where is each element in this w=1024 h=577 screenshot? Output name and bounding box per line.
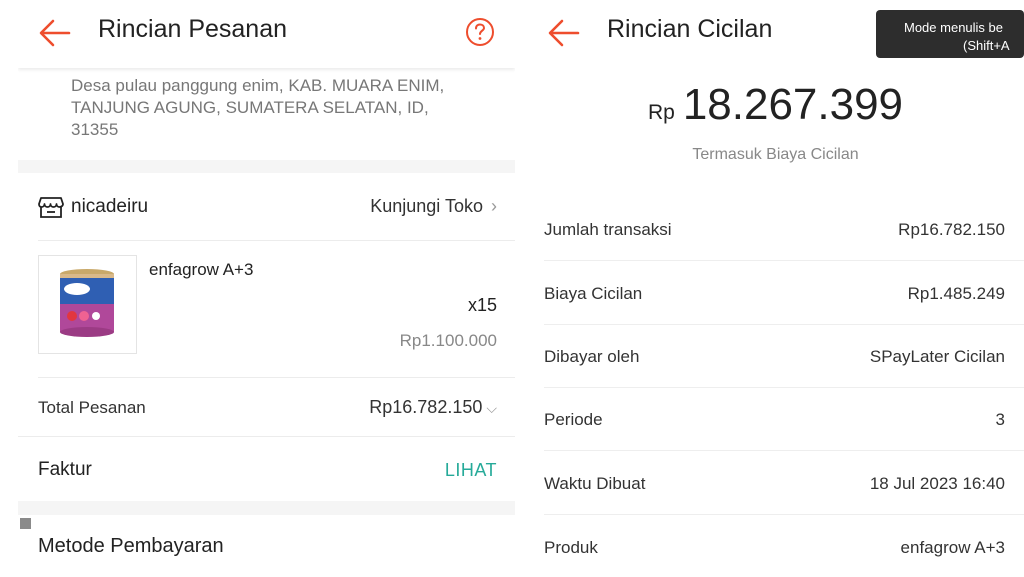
shop-name: nicadeiru	[71, 196, 149, 217]
detail-label: Biaya Cicilan	[544, 284, 643, 303]
shop-section: nicadeiru Kunjungi Toko › enfagrow A+3 x1…	[18, 173, 515, 501]
detail-label: Produk	[544, 538, 598, 557]
writing-mode-tooltip: Mode menulis be (Shift+A	[876, 10, 1024, 58]
installment-amount: Rp 18.267.399	[527, 80, 1024, 130]
payment-method-section[interactable]: Metode Pembayaran	[18, 515, 515, 577]
detail-row: Biaya Cicilan Rp1.485.249	[544, 262, 1024, 325]
view-invoice-button[interactable]: LIHAT	[445, 460, 497, 481]
page-title: Rincian Pesanan	[98, 15, 288, 43]
help-icon[interactable]	[465, 17, 495, 47]
detail-value: 3	[995, 410, 1005, 429]
tooltip-line: (Shift+A	[963, 38, 1010, 53]
detail-value: enfagrow A+3	[900, 538, 1005, 557]
divider	[18, 436, 515, 437]
address-line: Desa pulau panggung enim, KAB. MUARA ENI…	[71, 76, 445, 95]
address-line: 31355	[71, 120, 119, 139]
detail-row: Periode 3	[544, 388, 1024, 451]
product-image	[60, 269, 114, 337]
order-details-panel: Rincian Pesanan Desa pulau panggung enim…	[18, 0, 515, 577]
order-total-amount: Rp16.782.150	[369, 397, 483, 417]
order-total-label: Total Pesanan	[38, 398, 146, 417]
payment-method-label: Metode Pembayaran	[38, 535, 224, 557]
shipping-address: Desa pulau panggung enim, KAB. MUARA ENI…	[18, 68, 515, 160]
page-title: Rincian Cicilan	[607, 15, 773, 43]
header: Rincian Pesanan	[18, 0, 515, 68]
chevron-down-icon: ⌵	[486, 400, 497, 416]
detail-value: Rp16.782.150	[898, 220, 1005, 239]
chevron-right-icon: ›	[491, 196, 497, 216]
tooltip-line: Mode menulis be	[904, 20, 1003, 35]
visit-store-link[interactable]: Kunjungi Toko ›	[370, 196, 497, 217]
divider	[544, 450, 1024, 451]
store-icon	[38, 197, 64, 218]
detail-value: SPayLater Cicilan	[869, 347, 1005, 366]
detail-value: Rp1.485.249	[907, 284, 1005, 303]
divider	[38, 240, 515, 241]
back-arrow-icon[interactable]	[547, 18, 581, 48]
detail-label: Jumlah transaksi	[544, 220, 672, 239]
back-arrow-icon[interactable]	[38, 18, 72, 48]
installment-total: 18.267.399	[682, 80, 904, 129]
address-text: Desa pulau panggung enim, KAB. MUARA ENI…	[71, 75, 501, 141]
divider	[544, 260, 1024, 261]
installment-details-panel: Rincian Cicilan Rp 18.267.399 Termasuk B…	[527, 0, 1024, 577]
amount-subtitle: Termasuk Biaya Cicilan	[692, 146, 859, 163]
divider	[38, 377, 515, 378]
product-thumbnail[interactable]	[38, 255, 137, 354]
detail-label: Periode	[544, 410, 603, 429]
detail-row: Produk enfagrow A+3	[544, 516, 1005, 577]
detail-row: Waktu Dibuat 18 Jul 2023 16:40	[544, 452, 1024, 515]
visit-store-label: Kunjungi Toko	[370, 196, 483, 216]
product-price: Rp1.100.000	[399, 331, 497, 350]
product-name: enfagrow A+3	[149, 260, 254, 279]
detail-value: 18 Jul 2023 16:40	[869, 474, 1005, 493]
detail-row: Dibayar oleh SPayLater Cicilan	[544, 325, 1024, 388]
detail-label: Dibayar oleh	[544, 347, 640, 366]
product-quantity: x15	[467, 295, 497, 315]
address-line: TANJUNG AGUNG, SUMATERA SELATAN, ID,	[71, 98, 429, 117]
divider	[544, 514, 1024, 515]
currency-label: Rp	[647, 101, 675, 124]
detail-row: Jumlah transaksi Rp16.782.150	[544, 198, 1024, 261]
detail-label: Waktu Dibuat	[544, 474, 646, 493]
invoice-label: Faktur	[38, 459, 92, 480]
indicator-square	[20, 518, 31, 529]
order-total-value: Rp16.782.150 ⌵	[369, 397, 497, 418]
